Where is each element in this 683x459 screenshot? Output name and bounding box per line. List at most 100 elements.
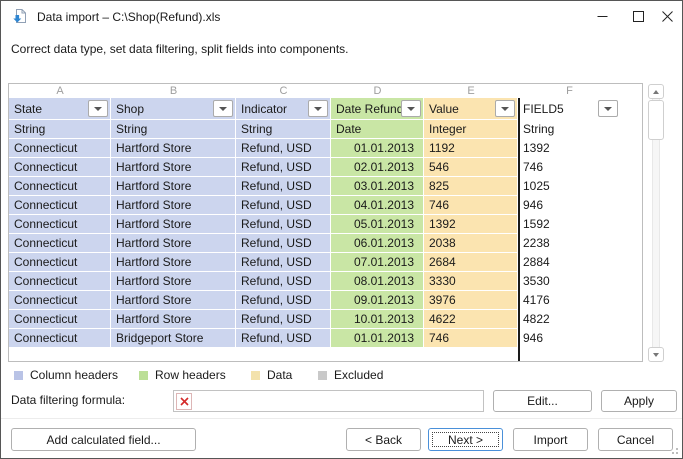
column-type-date-refund: Date bbox=[331, 120, 424, 139]
scroll-up-button[interactable] bbox=[648, 84, 664, 99]
minimize-icon bbox=[597, 11, 608, 22]
legend-item-row-headers: Row headers bbox=[139, 368, 226, 382]
table-row[interactable]: ConnecticutHartford StoreRefund, USD10.0… bbox=[9, 310, 642, 329]
cell: Hartford Store bbox=[111, 158, 236, 177]
cell: Connecticut bbox=[9, 272, 111, 291]
column-filter-dropdown[interactable] bbox=[88, 100, 108, 117]
cell: Refund, USD bbox=[236, 215, 331, 234]
cell: 1025 bbox=[518, 177, 621, 196]
column-filter-dropdown[interactable] bbox=[213, 100, 233, 117]
cell: Refund, USD bbox=[236, 158, 331, 177]
filter-formula-input[interactable] bbox=[192, 392, 483, 410]
excluded-boundary-line bbox=[518, 98, 520, 361]
column-header-label: Indicator bbox=[241, 102, 287, 116]
close-icon bbox=[662, 11, 673, 22]
cell: 06.01.2013 bbox=[331, 234, 424, 253]
cell: 546 bbox=[424, 158, 518, 177]
scroll-down-button[interactable] bbox=[648, 347, 664, 362]
cell: 3976 bbox=[424, 291, 518, 310]
legend-label: Row headers bbox=[155, 368, 226, 382]
cell: Connecticut bbox=[9, 215, 111, 234]
cell: 07.01.2013 bbox=[331, 253, 424, 272]
cell: Connecticut bbox=[9, 196, 111, 215]
add-calculated-field-button[interactable]: Add calculated field... bbox=[11, 428, 196, 451]
cell: 1592 bbox=[518, 215, 621, 234]
column-header-label: Value bbox=[429, 102, 459, 116]
table-row[interactable]: ConnecticutHartford StoreRefund, USD06.0… bbox=[9, 234, 642, 253]
apply-button[interactable]: Apply bbox=[601, 390, 677, 412]
cell: Connecticut bbox=[9, 329, 111, 348]
column-filter-dropdown[interactable] bbox=[308, 100, 328, 117]
cell: 746 bbox=[424, 329, 518, 348]
cancel-button[interactable]: Cancel bbox=[598, 428, 673, 451]
legend: Column headers Row headers Data Excluded bbox=[1, 368, 683, 382]
cell: 03.01.2013 bbox=[331, 177, 424, 196]
cell: Refund, USD bbox=[236, 139, 331, 158]
cell: 4176 bbox=[518, 291, 621, 310]
back-button[interactable]: < Back bbox=[346, 428, 421, 451]
minimize-button[interactable] bbox=[585, 1, 619, 31]
column-letter-f: F bbox=[518, 84, 621, 98]
column-header-field5[interactable]: FIELD5 bbox=[518, 98, 621, 120]
table-row[interactable]: ConnecticutHartford StoreRefund, USD04.0… bbox=[9, 196, 642, 215]
table-row[interactable]: ConnecticutHartford StoreRefund, USD02.0… bbox=[9, 158, 642, 177]
column-letter-a: A bbox=[9, 84, 111, 98]
resize-grip[interactable] bbox=[668, 444, 678, 454]
cell: 10.01.2013 bbox=[331, 310, 424, 329]
cell: Connecticut bbox=[9, 158, 111, 177]
arrow-down-icon bbox=[653, 353, 659, 357]
column-type-indicator: String bbox=[236, 120, 331, 139]
cell: Connecticut bbox=[9, 310, 111, 329]
table-row[interactable]: ConnecticutHartford StoreRefund, USD03.0… bbox=[9, 177, 642, 196]
cell: 1392 bbox=[424, 215, 518, 234]
maximize-button[interactable] bbox=[621, 1, 655, 31]
column-header-state[interactable]: State bbox=[9, 98, 111, 120]
cell: Refund, USD bbox=[236, 329, 331, 348]
next-button[interactable]: Next > bbox=[428, 428, 503, 451]
footer-separator bbox=[1, 418, 682, 419]
filter-formula-box bbox=[173, 390, 484, 412]
cell: 2238 bbox=[518, 234, 621, 253]
table-row[interactable]: ConnecticutHartford StoreRefund, USD01.0… bbox=[9, 139, 642, 158]
cell: 946 bbox=[518, 196, 621, 215]
table-row[interactable]: ConnecticutHartford StoreRefund, USD07.0… bbox=[9, 253, 642, 272]
legend-label: Excluded bbox=[334, 368, 383, 382]
table-row[interactable]: ConnecticutHartford StoreRefund, USD08.0… bbox=[9, 272, 642, 291]
column-type-value: Integer bbox=[424, 120, 518, 139]
cell: Refund, USD bbox=[236, 272, 331, 291]
column-filter-dropdown[interactable] bbox=[598, 100, 618, 117]
data-import-dialog: Data import – C:\Shop(Refund).xls Correc… bbox=[0, 0, 683, 459]
cell: Connecticut bbox=[9, 291, 111, 310]
column-type-field5: String bbox=[518, 120, 621, 139]
column-header-shop[interactable]: Shop bbox=[111, 98, 236, 120]
column-header-label: Shop bbox=[116, 102, 144, 116]
clear-filter-button[interactable] bbox=[176, 393, 192, 410]
maximize-icon bbox=[633, 11, 644, 22]
table-row[interactable]: ConnecticutBridgeport StoreRefund, USD01… bbox=[9, 329, 642, 348]
table-row[interactable]: ConnecticutHartford StoreRefund, USD05.0… bbox=[9, 215, 642, 234]
column-filter-dropdown[interactable] bbox=[401, 100, 421, 117]
column-filter-dropdown[interactable] bbox=[495, 100, 515, 117]
cell: Connecticut bbox=[9, 253, 111, 272]
window-title: Data import – C:\Shop(Refund).xls bbox=[37, 10, 220, 24]
column-type-state: String bbox=[9, 120, 111, 139]
column-headers-color-swatch bbox=[14, 371, 23, 380]
column-header-indicator[interactable]: Indicator bbox=[236, 98, 331, 120]
column-letter-b: B bbox=[111, 84, 236, 98]
cell: 4622 bbox=[424, 310, 518, 329]
edit-button[interactable]: Edit... bbox=[493, 390, 592, 412]
table-row[interactable]: ConnecticutHartford StoreRefund, USD09.0… bbox=[9, 291, 642, 310]
vertical-scrollbar[interactable] bbox=[648, 84, 664, 362]
cell: 1392 bbox=[518, 139, 621, 158]
red-x-icon bbox=[180, 397, 189, 406]
cell: Hartford Store bbox=[111, 234, 236, 253]
data-rows: ConnecticutHartford StoreRefund, USD01.0… bbox=[9, 139, 642, 348]
cell: Hartford Store bbox=[111, 196, 236, 215]
row-headers-color-swatch bbox=[139, 371, 148, 380]
close-button[interactable] bbox=[651, 1, 683, 31]
column-type-shop: String bbox=[111, 120, 236, 139]
scrollbar-thumb[interactable] bbox=[648, 100, 664, 140]
column-header-value[interactable]: Value bbox=[424, 98, 518, 120]
column-header-date-refund[interactable]: Date Refund bbox=[331, 98, 424, 120]
import-button[interactable]: Import bbox=[513, 428, 588, 451]
